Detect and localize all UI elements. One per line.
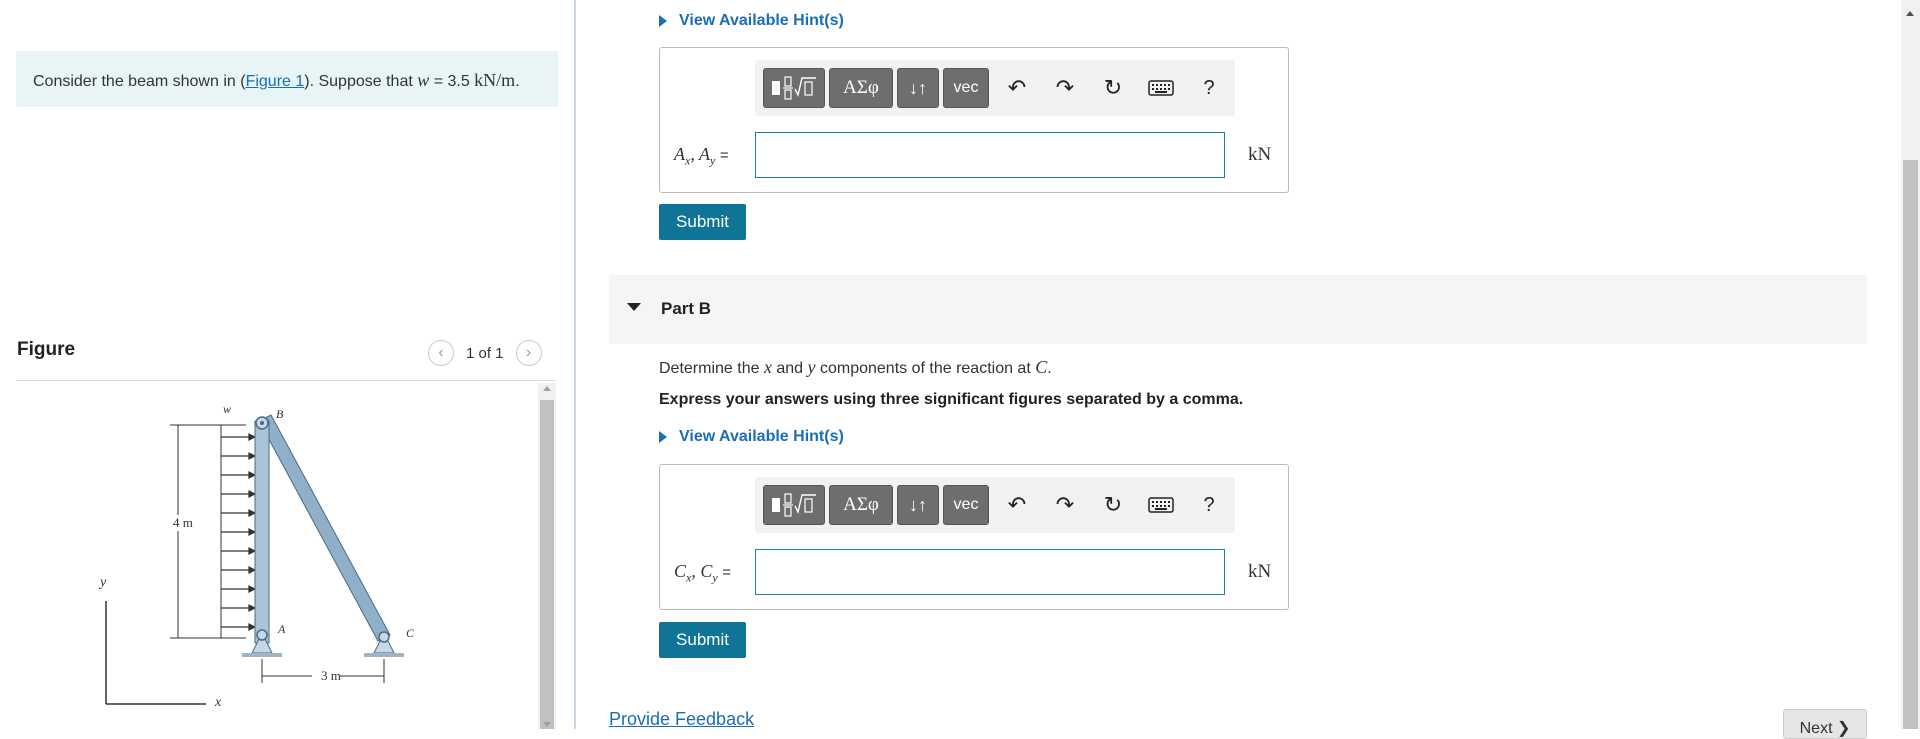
unit-label: kN: [1248, 144, 1272, 165]
keyboard-icon[interactable]: [1147, 491, 1175, 519]
figure-pager: ‹ 1 of 1 ›: [428, 340, 542, 366]
left-panel: Consider the beam shown in (Figure 1). S…: [0, 0, 574, 729]
part-b-hint-toggle[interactable]: View Available Hint(s): [659, 428, 844, 446]
question-text: and: [771, 360, 808, 377]
figure-title: Figure: [17, 339, 76, 360]
problem-statement: Consider the beam shown in (Figure 1). S…: [16, 51, 558, 107]
hint-label: View Available Hint(s): [679, 428, 844, 445]
part-b-question: Determine the x and y components of the …: [659, 357, 1052, 378]
fraction-radical-template-icon: [772, 493, 816, 517]
templates-button[interactable]: [763, 485, 825, 525]
ground-a: [242, 653, 282, 657]
member-bc: [258, 414, 391, 642]
part-b-instruction: Express your answers using three signifi…: [659, 391, 1244, 408]
undo-icon[interactable]: ↶: [1003, 74, 1031, 102]
problem-text: ). Suppose that: [304, 73, 418, 90]
page-scroll-thumb[interactable]: [1903, 160, 1918, 729]
question-text: components of the reaction at: [815, 360, 1036, 377]
point-a-label: A: [277, 622, 286, 636]
x-axis-label: x: [214, 695, 222, 710]
problem-text: Consider the beam shown in (: [33, 73, 246, 90]
chevron-right-icon[interactable]: ›: [515, 340, 542, 366]
math-toolbar: ΑΣφ ↓↑ vec ↶ ↷ ↻ ?: [755, 60, 1235, 116]
figure-link[interactable]: Figure 1: [246, 73, 305, 90]
arrows-button[interactable]: ↓↑: [897, 68, 939, 108]
scroll-down-icon[interactable]: [543, 722, 551, 727]
pin-a: [256, 629, 268, 641]
load-label: w: [223, 402, 231, 416]
vector-button[interactable]: vec: [943, 485, 989, 525]
triangle-right-icon: [659, 15, 667, 27]
beam-diagram: y x 4 m w B A C 3 m: [98, 402, 415, 710]
reset-icon[interactable]: ↻: [1099, 491, 1127, 519]
math-toolbar: ΑΣφ ↓↑ vec ↶ ↷ ↻ ?: [755, 477, 1235, 533]
help-button[interactable]: ?: [1195, 491, 1223, 519]
answer-label: Cx, Cy =: [674, 561, 731, 585]
vector-button[interactable]: vec: [943, 68, 989, 108]
pin-c: [378, 631, 390, 643]
part-a-hint-toggle[interactable]: View Available Hint(s): [659, 12, 844, 30]
part-b-answer-box: ΑΣφ ↓↑ vec ↶ ↷ ↻ ? Cx, Cy = kN: [659, 464, 1289, 610]
triangle-right-icon: [659, 431, 667, 443]
undo-icon[interactable]: ↶: [1003, 491, 1031, 519]
unit-label: kN: [1248, 561, 1272, 582]
templates-button[interactable]: [763, 68, 825, 108]
x-variable: x: [763, 357, 772, 377]
w-variable: w: [417, 70, 430, 90]
problem-text: .: [515, 73, 520, 90]
answer-label: Ax, Ay =: [674, 144, 729, 168]
w-value: = 3.5: [429, 73, 475, 90]
part-a-answer-box: ΑΣφ ↓↑ vec ↶ ↷ ↻ ? Ax, Ay = kN: [659, 47, 1289, 193]
provide-feedback-link[interactable]: Provide Feedback: [609, 709, 754, 730]
figure-image: y x 4 m w B A C 3 m: [16, 381, 536, 729]
part-b-title: Part B: [661, 299, 712, 318]
distributed-load-arrows: [221, 433, 257, 631]
question-text: Determine the: [659, 360, 764, 377]
pin-b-center: [260, 421, 264, 425]
figure-count: 1 of 1: [466, 344, 504, 362]
chevron-left-icon[interactable]: ‹: [428, 340, 454, 366]
page-scrollbar[interactable]: [1901, 0, 1920, 729]
y-axis-label: y: [98, 575, 107, 590]
scroll-up-icon[interactable]: [543, 386, 551, 391]
w-unit: kN/m: [474, 70, 516, 90]
member-ab: [254, 420, 270, 644]
y-variable: y: [807, 357, 816, 377]
scroll-up-icon[interactable]: [1906, 11, 1914, 16]
height-label: 4 m: [173, 515, 193, 530]
hint-label: View Available Hint(s): [679, 12, 844, 29]
ground-c: [364, 653, 404, 657]
c-variable: C: [1035, 357, 1048, 377]
caret-down-icon: [627, 303, 641, 311]
keyboard-icon[interactable]: [1147, 74, 1175, 102]
help-button[interactable]: ?: [1195, 74, 1223, 102]
answer-input[interactable]: [755, 549, 1225, 595]
arrows-button[interactable]: ↓↑: [897, 485, 939, 525]
figure-scroll-thumb[interactable]: [540, 400, 554, 729]
width-label: 3 m: [321, 668, 341, 683]
greek-symbols-button[interactable]: ΑΣφ: [829, 485, 893, 525]
redo-icon[interactable]: ↷: [1051, 74, 1079, 102]
point-b-label: B: [276, 407, 284, 421]
panel-divider[interactable]: [574, 0, 576, 729]
fraction-radical-template-icon: [772, 76, 816, 100]
next-button[interactable]: Next ❯: [1783, 709, 1867, 739]
greek-symbols-button[interactable]: ΑΣφ: [829, 68, 893, 108]
submit-button[interactable]: Submit: [659, 204, 746, 240]
redo-icon[interactable]: ↷: [1051, 491, 1079, 519]
reset-icon[interactable]: ↻: [1099, 74, 1127, 102]
question-text: .: [1047, 360, 1052, 377]
answer-input[interactable]: [755, 132, 1225, 178]
part-b-header[interactable]: Part B: [609, 275, 1867, 344]
point-c-label: C: [406, 626, 415, 640]
submit-button[interactable]: Submit: [659, 622, 746, 658]
